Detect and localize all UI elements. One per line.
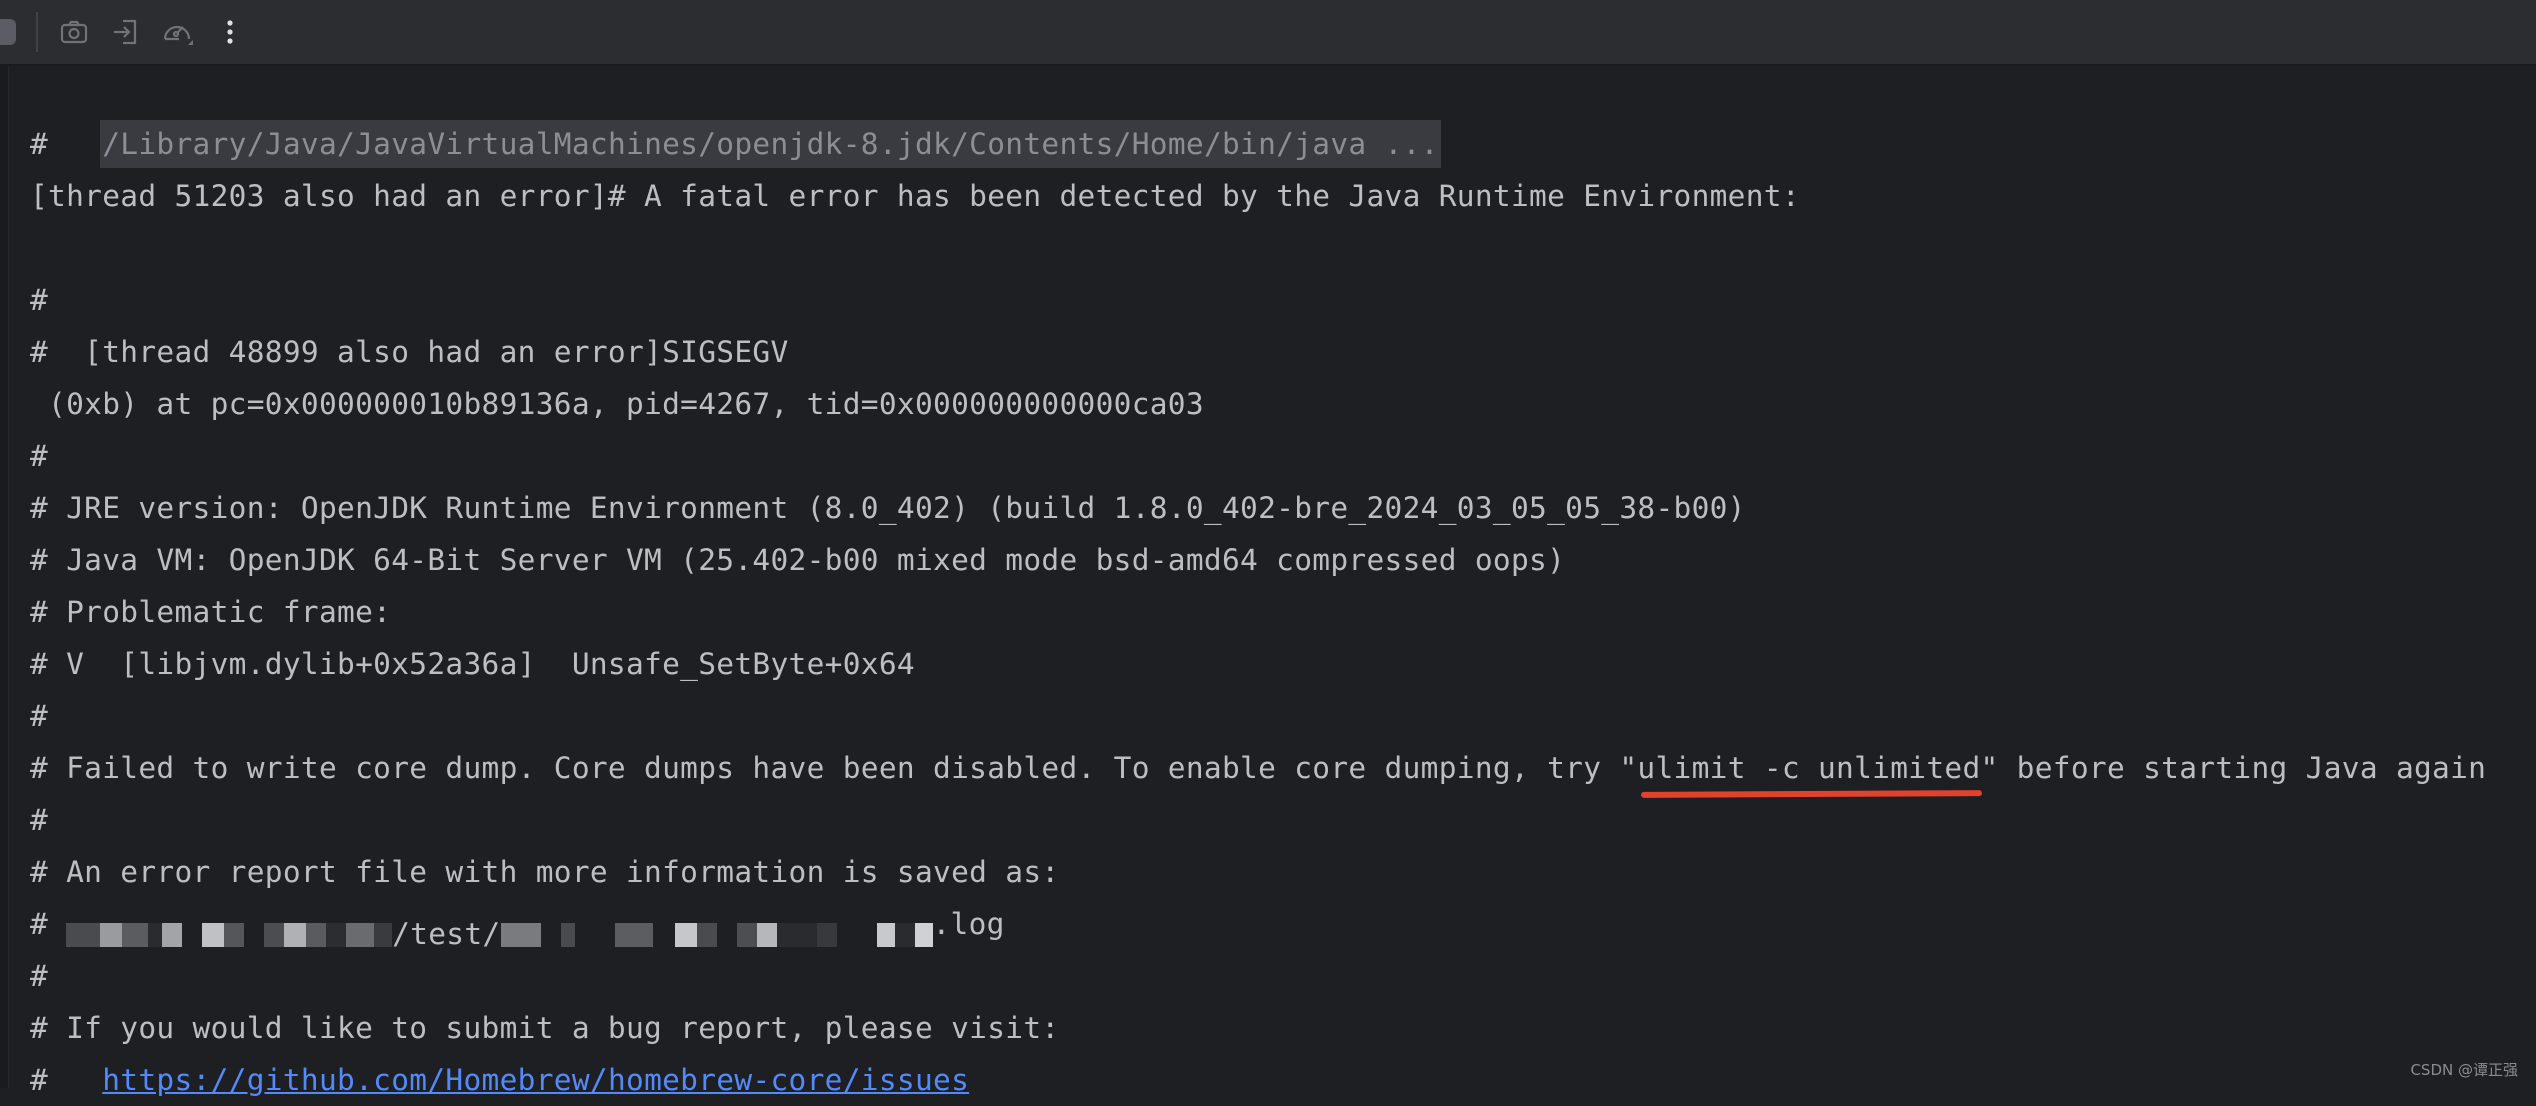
core-dump-line: # Failed to write core dump. Core dumps …	[30, 742, 2536, 794]
console-line: # V [libjvm.dylib+0x52a36a] Unsafe_SetBy…	[30, 647, 915, 681]
redacted-file-path: /test/	[66, 908, 933, 951]
error-file-suffix: .log	[932, 907, 1005, 941]
watermark: CSDN @谭正强	[2410, 1061, 2518, 1079]
more-button[interactable]	[210, 12, 250, 52]
console-line: #	[30, 803, 49, 837]
console-gutter	[0, 66, 9, 1088]
toolbar-divider	[36, 12, 38, 52]
console-line: # JRE version: OpenJDK Runtime Environme…	[30, 491, 1746, 525]
profiler-button[interactable]	[158, 12, 198, 52]
attach-button[interactable]	[106, 12, 146, 52]
console-toolbar	[0, 0, 2536, 66]
ulimit-command-highlight: ulimit -c unlimited	[1637, 751, 1981, 785]
core-dump-prefix: # Failed to write core dump. Core dumps …	[30, 751, 1638, 785]
more-vertical-icon	[225, 17, 235, 47]
console-line: # Java VM: OpenJDK 64-Bit Server VM (25.…	[30, 543, 1566, 577]
bug-report-link[interactable]: https://github.com/Homebrew/homebrew-cor…	[102, 1063, 969, 1097]
console-line: #	[30, 699, 49, 733]
error-file-fragment: /test/	[392, 916, 501, 951]
error-file-prefix: #	[30, 907, 67, 941]
console-output[interactable]: /Library/Java/JavaVirtualMachines/openjd…	[30, 66, 2536, 1097]
console-line: #	[30, 959, 49, 993]
bug-url-line: # https://github.com/Homebrew/homebrew-c…	[30, 1054, 2536, 1106]
console-line: # An error report file with more informa…	[30, 855, 1060, 889]
login-icon	[111, 17, 141, 47]
console-line: #	[30, 439, 49, 473]
console-line: [thread 51203 also had an error]# A fata…	[30, 179, 1800, 213]
console-line: # [thread 48899 also had an error]SIGSEG…	[30, 335, 789, 369]
screenshot-button[interactable]	[54, 12, 94, 52]
command-line-row: /Library/Java/JavaVirtualMachines/openjd…	[30, 66, 2536, 168]
error-file-line: # /test/ .log	[30, 898, 2536, 951]
camera-icon	[59, 17, 89, 47]
command-line[interactable]: /Library/Java/JavaVirtualMachines/openjd…	[100, 120, 1441, 168]
console-line: # Problematic frame:	[30, 595, 392, 629]
speedometer-icon	[161, 17, 195, 47]
console-line: # If you would like to submit a bug repo…	[30, 1011, 1060, 1045]
console-line: (0xb) at pc=0x000000010b89136a, pid=4267…	[30, 387, 1204, 421]
console-line: #	[30, 283, 49, 317]
core-dump-suffix: " before starting Java again	[1980, 751, 2487, 785]
stop-button[interactable]	[0, 19, 16, 45]
bug-url-prefix: #	[30, 1063, 103, 1097]
